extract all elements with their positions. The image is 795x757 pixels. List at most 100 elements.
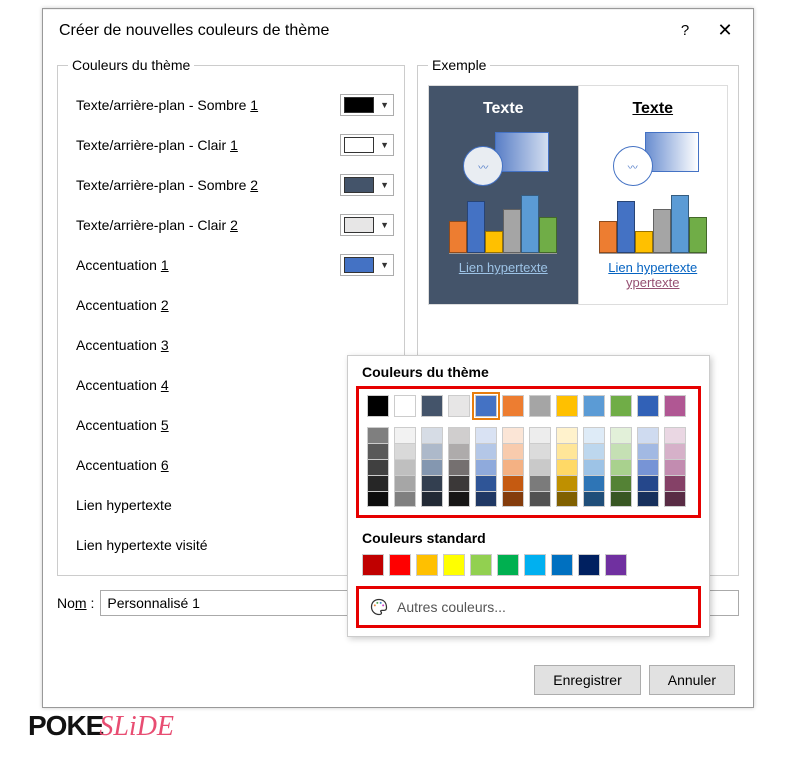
theme-shade-swatch[interactable] xyxy=(448,475,470,491)
theme-shade-swatch[interactable] xyxy=(664,427,686,443)
theme-shade-swatch[interactable] xyxy=(637,443,659,459)
theme-shade-swatch[interactable] xyxy=(367,459,389,475)
theme-shade-swatch[interactable] xyxy=(664,443,686,459)
theme-shade-swatch[interactable] xyxy=(394,427,416,443)
theme-shade-swatch[interactable] xyxy=(583,475,605,491)
theme-shade-swatch[interactable] xyxy=(583,427,605,443)
theme-shade-swatch[interactable] xyxy=(529,491,551,507)
standard-color-swatch[interactable] xyxy=(416,554,438,576)
theme-color-swatch[interactable] xyxy=(637,395,659,417)
theme-shade-swatch[interactable] xyxy=(448,491,470,507)
theme-shade-swatch[interactable] xyxy=(529,443,551,459)
dialog-title: Créer de nouvelles couleurs de thème xyxy=(59,22,665,40)
theme-shade-swatch[interactable] xyxy=(367,491,389,507)
preview-bar xyxy=(485,231,503,253)
theme-color-swatch[interactable] xyxy=(502,395,524,417)
theme-shade-swatch[interactable] xyxy=(448,427,470,443)
theme-shade-swatch[interactable] xyxy=(394,443,416,459)
theme-shade-swatch[interactable] xyxy=(637,491,659,507)
theme-shade-swatch[interactable] xyxy=(556,491,578,507)
close-button[interactable]: ✕ xyxy=(705,20,745,41)
theme-shade-swatch[interactable] xyxy=(637,427,659,443)
theme-shade-swatch[interactable] xyxy=(421,443,443,459)
theme-shade-swatch[interactable] xyxy=(367,443,389,459)
standard-color-swatch[interactable] xyxy=(524,554,546,576)
theme-shade-swatch[interactable] xyxy=(394,459,416,475)
theme-shade-swatch[interactable] xyxy=(583,459,605,475)
theme-shade-swatch[interactable] xyxy=(583,491,605,507)
theme-shade-swatch[interactable] xyxy=(583,443,605,459)
theme-color-swatch[interactable] xyxy=(367,395,389,417)
cancel-button[interactable]: Annuler xyxy=(649,665,735,695)
theme-shade-swatch[interactable] xyxy=(502,459,524,475)
theme-shade-swatch[interactable] xyxy=(610,427,632,443)
theme-shade-swatch[interactable] xyxy=(421,491,443,507)
preview-bar xyxy=(521,195,539,253)
standard-color-swatch[interactable] xyxy=(389,554,411,576)
theme-shade-swatch[interactable] xyxy=(502,443,524,459)
standard-color-swatch[interactable] xyxy=(497,554,519,576)
theme-shade-swatch[interactable] xyxy=(502,491,524,507)
standard-color-swatch[interactable] xyxy=(578,554,600,576)
color-swatch-button[interactable]: ▼ xyxy=(340,214,394,236)
theme-shade-swatch[interactable] xyxy=(610,475,632,491)
theme-shade-swatch[interactable] xyxy=(475,443,497,459)
theme-shade-swatch[interactable] xyxy=(529,459,551,475)
theme-shade-swatch[interactable] xyxy=(394,475,416,491)
theme-shade-swatch[interactable] xyxy=(556,427,578,443)
theme-shade-swatch[interactable] xyxy=(421,459,443,475)
standard-color-swatch[interactable] xyxy=(443,554,465,576)
theme-shade-swatch[interactable] xyxy=(529,475,551,491)
theme-color-swatch[interactable] xyxy=(583,395,605,417)
standard-color-swatch[interactable] xyxy=(362,554,384,576)
theme-shade-swatch[interactable] xyxy=(475,427,497,443)
theme-shade-swatch[interactable] xyxy=(448,459,470,475)
theme-shade-swatch[interactable] xyxy=(475,491,497,507)
theme-shade-swatch[interactable] xyxy=(664,459,686,475)
color-swatch-button[interactable]: ▼ xyxy=(340,94,394,116)
color-item-label: Accentuation 2 xyxy=(68,297,394,313)
pokeslide-logo: POKESLiDE xyxy=(28,710,174,743)
theme-shade-swatch[interactable] xyxy=(502,475,524,491)
theme-shade-swatch[interactable] xyxy=(637,459,659,475)
theme-shade-swatch[interactable] xyxy=(529,427,551,443)
help-button[interactable]: ? xyxy=(665,22,705,39)
theme-shade-swatch[interactable] xyxy=(502,427,524,443)
more-colors-label: Autres couleurs... xyxy=(397,599,506,615)
theme-color-swatch[interactable] xyxy=(556,395,578,417)
color-swatch-button[interactable]: ▼ xyxy=(340,254,394,276)
theme-color-swatch[interactable] xyxy=(475,395,497,417)
standard-color-swatch[interactable] xyxy=(605,554,627,576)
save-button[interactable]: Enregistrer xyxy=(534,665,640,695)
theme-shade-swatch[interactable] xyxy=(421,475,443,491)
theme-shade-swatch[interactable] xyxy=(556,475,578,491)
theme-shade-swatch[interactable] xyxy=(637,475,659,491)
theme-shade-swatch[interactable] xyxy=(664,491,686,507)
theme-color-swatch[interactable] xyxy=(448,395,470,417)
preview-shapes-dark: 〰 xyxy=(443,126,563,186)
theme-color-swatch[interactable] xyxy=(610,395,632,417)
theme-color-swatch[interactable] xyxy=(421,395,443,417)
theme-shade-swatch[interactable] xyxy=(664,475,686,491)
theme-shade-swatch[interactable] xyxy=(367,427,389,443)
theme-shade-swatch[interactable] xyxy=(394,491,416,507)
theme-shade-swatch[interactable] xyxy=(448,443,470,459)
theme-shade-swatch[interactable] xyxy=(556,459,578,475)
more-colors-button[interactable]: Autres couleurs... xyxy=(356,586,701,628)
theme-shade-swatch[interactable] xyxy=(610,491,632,507)
theme-shade-swatch[interactable] xyxy=(367,475,389,491)
color-swatch-button[interactable]: ▼ xyxy=(340,134,394,156)
theme-shade-swatch[interactable] xyxy=(421,427,443,443)
color-swatch-button[interactable]: ▼ xyxy=(340,174,394,196)
theme-shade-swatch[interactable] xyxy=(475,459,497,475)
theme-color-swatch[interactable] xyxy=(394,395,416,417)
theme-shade-swatch[interactable] xyxy=(610,443,632,459)
theme-shade-swatch[interactable] xyxy=(475,475,497,491)
color-item-label: Accentuation 1 xyxy=(68,257,340,273)
theme-color-swatch[interactable] xyxy=(529,395,551,417)
theme-color-swatch[interactable] xyxy=(664,395,686,417)
standard-color-swatch[interactable] xyxy=(551,554,573,576)
theme-shade-swatch[interactable] xyxy=(556,443,578,459)
standard-color-swatch[interactable] xyxy=(470,554,492,576)
theme-shade-swatch[interactable] xyxy=(610,459,632,475)
